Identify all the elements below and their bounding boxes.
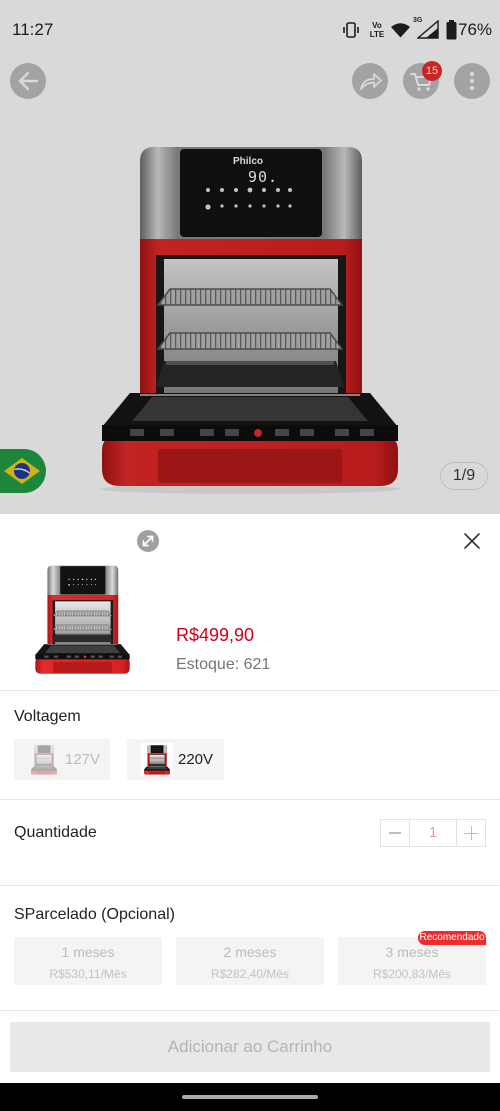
installment-option-3[interactable]: 3 meses R$200,83/Mês Recomendado xyxy=(338,931,486,985)
recommended-badge: Recomendado xyxy=(418,931,486,945)
quantity-input[interactable]: 1 xyxy=(410,820,456,846)
variant-thumbnail xyxy=(141,743,173,776)
divider xyxy=(0,799,500,800)
voltage-option-220v[interactable]: 220V xyxy=(127,739,224,780)
status-bar: 11:27 Vo LTE 3G 76% xyxy=(0,0,500,58)
installment-amount: R$200,83/Mês xyxy=(372,967,452,981)
product-price: R$499,90 xyxy=(176,625,255,645)
divider xyxy=(0,690,500,691)
modal-backdrop[interactable] xyxy=(0,0,500,514)
volte-bottom-label: LTE xyxy=(369,30,385,39)
signal-icon xyxy=(417,20,439,39)
close-sheet-button[interactable] xyxy=(462,531,482,551)
voltage-option-127v: 127V xyxy=(14,739,110,780)
close-icon xyxy=(464,533,480,549)
wifi-icon xyxy=(391,23,410,38)
installment-amount: R$282,40/Mês xyxy=(210,967,290,981)
system-navigation-bar xyxy=(0,1083,500,1111)
battery-icon xyxy=(446,20,457,40)
volte-icon: Vo LTE xyxy=(368,21,386,39)
variation-bottom-sheet: R$499,90 Estoque: 621 Voltagem 127V 220V… xyxy=(0,514,500,1083)
stock-count: Estoque: 621 xyxy=(176,656,271,673)
quantity-stepper: 1 xyxy=(380,819,486,847)
installment-option-2[interactable]: 2 meses R$282,40/Mês xyxy=(176,937,324,985)
status-time: 11:27 xyxy=(12,20,54,39)
installment-months: 2 meses xyxy=(223,944,277,960)
battery-percentage: 76% xyxy=(458,20,493,39)
installment-months: 1 meses xyxy=(61,944,115,960)
divider xyxy=(0,1010,500,1011)
product-thumbnail[interactable] xyxy=(30,565,135,675)
minus-icon xyxy=(389,832,401,834)
voltage-section-title: Voltagem xyxy=(14,708,81,725)
vibrate-icon xyxy=(343,22,359,38)
installment-months: 3 meses xyxy=(385,944,439,960)
decrease-quantity-button[interactable] xyxy=(381,820,410,846)
expand-image-button[interactable] xyxy=(137,530,159,552)
divider xyxy=(0,885,500,886)
installment-amount: R$530,11/Mês xyxy=(49,967,127,981)
app-screen: Philco 90. 15 1/9 11:27 Vo LTE 3G 76% R$… xyxy=(0,0,500,1111)
plus-icon xyxy=(464,826,478,840)
variant-thumbnail xyxy=(28,743,60,776)
voltage-option-label: 220V xyxy=(178,751,214,768)
home-gesture-handle[interactable] xyxy=(182,1095,318,1099)
increase-quantity-button[interactable] xyxy=(456,820,485,846)
voltage-option-label: 127V xyxy=(65,751,101,768)
installment-option-1[interactable]: 1 meses R$530,11/Mês xyxy=(14,937,162,985)
volte-top-label: Vo xyxy=(372,21,382,30)
quantity-section-title: Quantidade xyxy=(14,824,97,841)
expand-icon xyxy=(142,535,154,547)
installments-section-title: SParcelado (Opcional) xyxy=(14,906,175,923)
add-to-cart-button[interactable]: Adicionar ao Carrinho xyxy=(10,1022,490,1072)
